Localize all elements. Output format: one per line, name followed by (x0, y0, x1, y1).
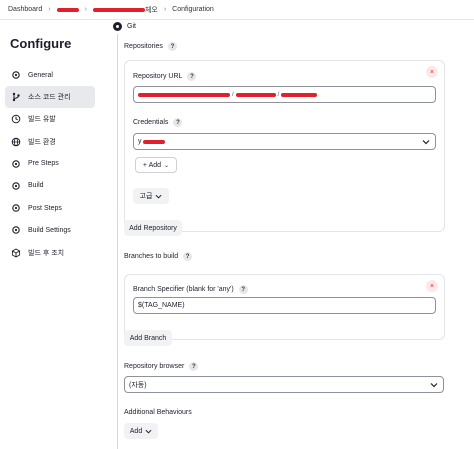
redacted-crumb[interactable] (56, 7, 79, 12)
breadcrumb-project[interactable]: 체오 (145, 5, 158, 15)
credentials-heading: Credentials ? (133, 118, 183, 127)
close-icon[interactable]: × (426, 280, 438, 292)
sidebar-item-label: 빌드 환경 (28, 138, 56, 146)
clock-icon (11, 115, 21, 124)
sidebar-item-scm[interactable]: 소스 코드 관리 (5, 86, 95, 109)
help-icon[interactable]: ? (167, 42, 177, 51)
branch-specifier-input[interactable]: $(TAG_NAME) (133, 297, 436, 314)
chevron-down-icon (155, 194, 162, 199)
breadcrumb-configuration[interactable]: Configuration (172, 6, 214, 13)
repository-card: × Repository URL ? / / Credentials ? y +… (124, 60, 445, 232)
sidebar-item-build[interactable]: Build (5, 175, 95, 197)
sidebar-item-label: Post Steps (28, 204, 62, 212)
branches-heading: Branches to build ? (124, 252, 193, 261)
sidebar-item-label: 소스 코드 관리 (28, 94, 71, 102)
help-icon[interactable]: ? (189, 362, 199, 371)
breadcrumb-dashboard[interactable]: Dashboard (8, 6, 42, 13)
add-credential-button[interactable]: + Add ⌄ (135, 157, 177, 173)
sidebar-item-triggers[interactable]: 빌드 유발 (5, 108, 95, 130)
repository-url-heading: Repository URL ? (133, 72, 197, 81)
sidebar-item-label: 빌드 후 조치 (28, 249, 65, 257)
chevron-right-icon: › (48, 6, 51, 13)
help-icon[interactable]: ? (173, 118, 183, 127)
branch-specifier-value: $(TAG_NAME) (138, 302, 185, 309)
page-title: Configure (10, 36, 72, 51)
help-icon[interactable]: ? (187, 72, 197, 81)
gear-icon (12, 159, 20, 168)
sidebar-item-label: Build (28, 182, 44, 190)
chevron-down-icon (145, 429, 152, 434)
chevron-down-icon: ⌄ (164, 162, 170, 169)
repository-url-label: Repository URL (133, 73, 183, 80)
sidebar-item-post-build[interactable]: 빌드 후 조치 (5, 242, 95, 264)
advanced-label: 고급 (139, 193, 153, 200)
redacted-crumb[interactable] (92, 7, 145, 12)
credentials-select[interactable]: y (133, 133, 436, 150)
credentials-label: Credentials (133, 119, 169, 126)
chevron-right-icon: › (163, 6, 167, 13)
add-credential-label: + Add (142, 161, 162, 169)
scm-git-option[interactable]: Git (113, 22, 136, 31)
sidebar-item-general[interactable]: General (5, 64, 95, 86)
url-fragment: / (232, 91, 234, 98)
branch-specifier-heading: Branch Specifier (blank for 'any') ? (133, 285, 248, 294)
url-fragment: / (277, 91, 280, 98)
chevron-down-icon (422, 140, 430, 145)
repositories-label: Repositories (124, 43, 163, 50)
repository-browser-label: Repository browser (124, 363, 185, 370)
branches-label: Branches to build (124, 253, 179, 260)
add-behaviour-label: Add (129, 427, 143, 435)
redacted-url-part (138, 92, 230, 97)
breadcrumb: Dashboard › › 체오 › Configuration (0, 0, 474, 20)
repositories-heading: Repositories ? (124, 42, 177, 51)
radio-selected-icon[interactable] (113, 22, 122, 31)
config-sidebar: General 소스 코드 관리 빌드 유발 빌드 환경 Pre Steps B… (5, 64, 95, 264)
sidebar-item-label: Pre Steps (28, 160, 59, 168)
advanced-button[interactable]: 고급 (133, 188, 169, 204)
branch-icon (12, 92, 20, 102)
branch-card: × Branch Specifier (blank for 'any') ? $… (124, 274, 445, 340)
repository-url-input[interactable]: / / (133, 86, 436, 103)
add-behaviour-button[interactable]: Add (124, 423, 158, 439)
sidebar-item-post-steps[interactable]: Post Steps (5, 197, 95, 219)
redacted-url-part (235, 92, 276, 97)
credentials-value: y (138, 138, 142, 145)
chevron-down-icon (430, 383, 438, 388)
redacted-url-part (281, 92, 318, 97)
branch-specifier-label: Branch Specifier (blank for 'any') (133, 286, 234, 293)
chevron-right-icon: › (84, 6, 87, 13)
cube-icon (11, 247, 21, 258)
add-branch-label: Add Branch (129, 334, 167, 342)
scm-config-panel: Git Repositories ? × Repository URL ? / … (113, 20, 474, 449)
sidebar-item-label: General (28, 71, 53, 79)
close-icon[interactable]: × (426, 66, 438, 78)
sidebar-item-pre-steps[interactable]: Pre Steps (5, 153, 95, 175)
repository-browser-value: (자동) (129, 381, 147, 389)
add-repository-label: Add Repository (129, 224, 177, 232)
sidebar-item-label: 빌드 유발 (28, 116, 56, 124)
help-icon[interactable]: ? (238, 285, 248, 294)
additional-behaviours-heading: Additional Behaviours (124, 409, 192, 416)
add-repository-button[interactable]: Add Repository (124, 220, 182, 236)
redacted-credential (142, 139, 165, 144)
add-branch-button[interactable]: Add Branch (124, 330, 172, 346)
help-icon[interactable]: ? (183, 252, 193, 261)
repository-browser-select[interactable]: (자동) (124, 376, 444, 393)
gear-icon (12, 71, 20, 79)
repository-browser-heading: Repository browser ? (124, 362, 199, 371)
gear-icon (12, 182, 20, 190)
gear-icon (12, 204, 20, 212)
scm-git-label: Git (127, 23, 136, 30)
gear-icon (12, 226, 20, 235)
additional-behaviours-label: Additional Behaviours (124, 409, 192, 416)
sidebar-item-environment[interactable]: 빌드 환경 (5, 131, 95, 153)
sidebar-item-build-settings[interactable]: Build Settings (5, 219, 95, 241)
section-divider (117, 34, 118, 449)
globe-icon (11, 137, 21, 146)
sidebar-item-label: Build Settings (28, 226, 71, 234)
